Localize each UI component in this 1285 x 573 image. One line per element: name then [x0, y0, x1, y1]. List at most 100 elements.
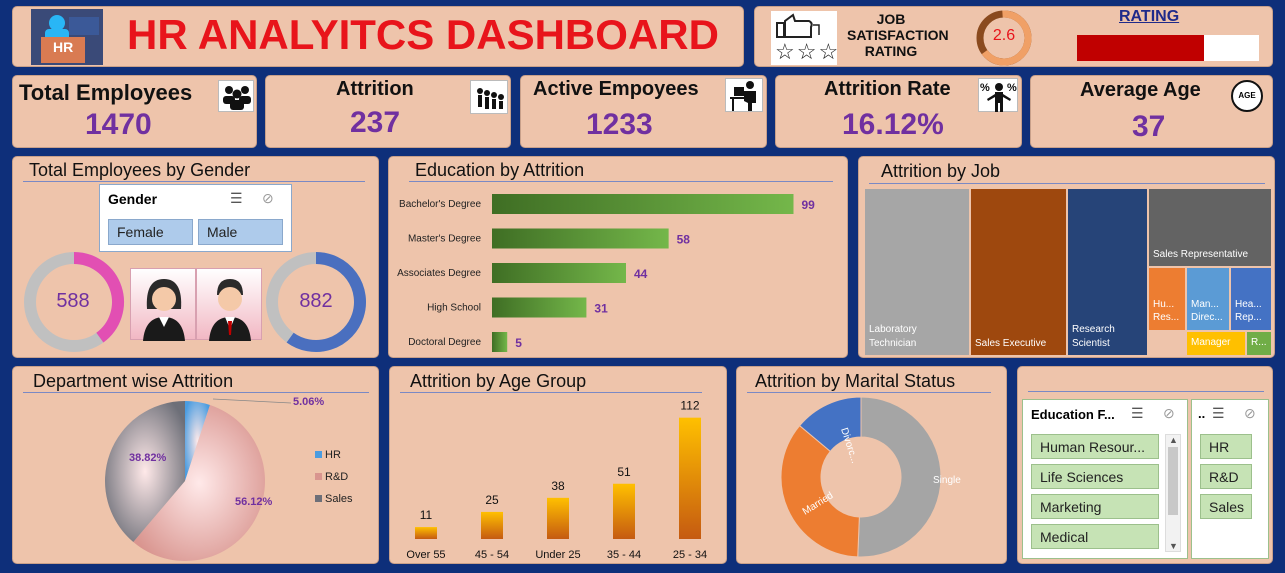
panel-title: Total Employees by Gender [29, 160, 251, 180]
bar [492, 297, 587, 318]
treemap-label: Hea... Rep... [1235, 299, 1262, 323]
gender-slicer: Gender ☰ ⊘ Female Male [99, 184, 292, 252]
scroll-up-icon[interactable]: ▲ [1169, 435, 1178, 445]
treemap-cell[interactable]: Sales Representative [1149, 189, 1271, 266]
kpi-average-age: Average Age 37 AGE [1030, 75, 1273, 148]
slicer-option[interactable]: Marketing [1031, 494, 1159, 519]
treemap-cell[interactable]: Manager [1187, 332, 1245, 355]
category-label: 35 - 44 [607, 549, 641, 561]
people-group-icon [218, 80, 254, 112]
kpi-value: 16.12% [842, 108, 944, 141]
category-label: High School [427, 303, 481, 314]
slicer-option[interactable]: Human Resour... [1031, 434, 1159, 459]
category-label: Under 25 [535, 549, 580, 561]
legend-label: HR [325, 449, 341, 461]
rating-bar-fill [1077, 35, 1205, 61]
treemap-cell[interactable]: Hea... Rep... [1231, 268, 1271, 330]
data-label: Single [933, 475, 961, 486]
people-leaving-icon [470, 80, 508, 114]
slicer-scrollbar[interactable]: ▲ ▼ [1165, 434, 1181, 552]
job-panel: Attrition by Job Laboratory Technician Sa… [858, 156, 1275, 358]
bar [547, 497, 569, 539]
treemap-label: Research Scientist [1072, 324, 1115, 349]
kpi-value: 237 [350, 106, 401, 139]
satisfaction-value: 2.6 [992, 27, 1016, 44]
department-slicer: .. ☰ ⊘ HR R&D Sales [1191, 399, 1269, 559]
data-label: 112 [680, 399, 699, 413]
treemap-label: R... [1251, 337, 1267, 348]
kpi-attrition-rate: Attrition Rate 16.12% %% [775, 75, 1022, 148]
male-value: 882 [299, 290, 333, 312]
age-panel: Attrition by Age Group 11 Over 55 25 45 - 5… [389, 366, 727, 564]
bar [492, 194, 794, 214]
donut-slice [857, 396, 942, 558]
category-label: 25 - 34 [673, 549, 707, 561]
treemap-cell[interactable]: Hu... Res... [1149, 268, 1185, 330]
clear-filter-icon[interactable]: ⊘ [262, 190, 274, 207]
panel-title: Department wise Attrition [33, 371, 234, 391]
legend-label: R&D [325, 471, 348, 483]
kpi-title: Attrition [336, 78, 414, 100]
treemap-cell[interactable]: Laboratory Technician [865, 189, 969, 355]
slicer-option-male[interactable]: Male [198, 219, 283, 245]
multi-select-icon[interactable]: ☰ [1131, 405, 1144, 422]
data-label: 25 [485, 493, 499, 507]
slicer-title: Gender [108, 191, 158, 207]
treemap-cell[interactable]: Sales Executive [971, 189, 1066, 355]
slicer-option[interactable]: HR [1200, 434, 1252, 459]
data-label: 58 [677, 233, 691, 247]
svg-text:%: % [980, 82, 990, 94]
data-label: 38.82% [129, 452, 167, 464]
data-label: 38 [551, 479, 565, 493]
category-label: Bachelor's Degree [399, 199, 481, 210]
category-label: 45 - 54 [475, 549, 509, 561]
category-label: Associates Degree [397, 268, 481, 279]
multi-select-icon[interactable]: ☰ [230, 190, 243, 207]
kpi-total-employees: Total Employees 1470 [12, 75, 257, 148]
panel-title: Attrition by Age Group [410, 371, 587, 391]
panel-title: Attrition by Marital Status [755, 371, 956, 391]
data-label: 51 [617, 465, 631, 479]
desk-worker-icon [725, 78, 763, 112]
multi-select-icon[interactable]: ☰ [1212, 405, 1225, 422]
data-label: 11 [420, 508, 433, 522]
filter-panel: Education F... ☰ ⊘ Human Resour... Life … [1017, 366, 1273, 564]
clear-filter-icon[interactable]: ⊘ [1244, 405, 1256, 422]
category-label: Master's Degree [408, 234, 481, 245]
svg-text:%: % [1007, 82, 1017, 94]
legend-swatch [315, 451, 322, 458]
panel-title: Attrition by Job [881, 161, 1001, 181]
clear-filter-icon[interactable]: ⊘ [1163, 405, 1175, 422]
treemap-label: Sales Representative [1153, 249, 1249, 260]
data-label: 5 [515, 336, 522, 350]
treemap-cell[interactable]: Man... Direc... [1187, 268, 1229, 330]
slicer-option-female[interactable]: Female [108, 219, 193, 245]
treemap-cell[interactable]: Research Scientist [1068, 189, 1147, 355]
rating-label: RATING [1119, 8, 1180, 25]
treemap-cell[interactable]: R... [1247, 332, 1271, 355]
satisfaction-label: JOB SATISFACTION RATING [847, 11, 949, 59]
scrollbar-thumb[interactable] [1168, 447, 1178, 515]
kpi-active-employees: Active Empoyees 1233 [520, 75, 767, 148]
slicer-option[interactable]: Life Sciences [1031, 464, 1159, 489]
treemap-label: Hu... Res... [1153, 299, 1180, 323]
slicer-title: Education F... [1031, 407, 1115, 422]
gender-panel: Total Employees by Gender Gender ☰ ⊘ Fem… [12, 156, 379, 358]
category-label: Doctoral Degree [408, 337, 481, 348]
marital-donut-chart: SingleMarriedDivorc... [780, 396, 961, 558]
kpi-title: Total Employees [19, 80, 193, 105]
satisfaction-panel: ☆☆☆ JOB SATISFACTION RATING 2.6 RATING [754, 6, 1273, 67]
rating-bar [1077, 35, 1259, 61]
legend-swatch [315, 473, 322, 480]
education-bar-chart: Bachelor's Degree 99 Master's Degree 58 Asso… [397, 194, 815, 352]
slicer-option[interactable]: R&D [1200, 464, 1252, 489]
education-panel: Education by Attrition Bachelor's Degree… [388, 156, 848, 358]
percent-person-icon: %% [978, 78, 1018, 112]
education-field-slicer: Education F... ☰ ⊘ Human Resour... Life … [1022, 399, 1188, 559]
scroll-down-icon[interactable]: ▼ [1169, 541, 1178, 551]
slicer-option[interactable]: Sales [1200, 494, 1252, 519]
kpi-value: 1233 [586, 108, 653, 141]
kpi-value: 1470 [85, 108, 152, 141]
female-avatar-icon [130, 268, 196, 341]
slicer-option[interactable]: Medical [1031, 524, 1159, 549]
